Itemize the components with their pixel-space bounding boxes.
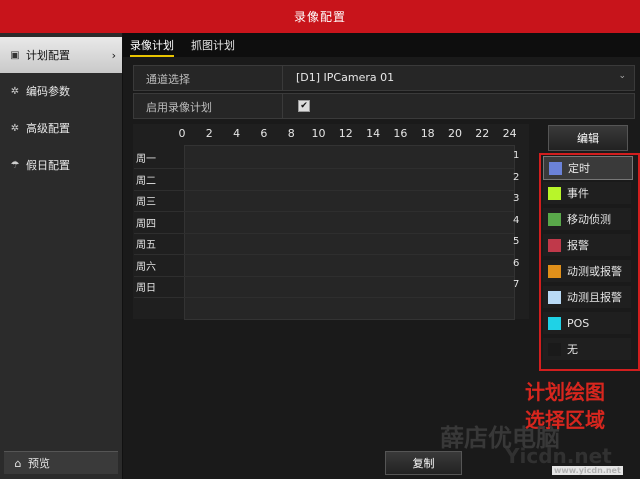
color-swatch	[548, 316, 561, 330]
row-divider	[282, 94, 283, 118]
enable-checkbox[interactable]: ✔	[298, 100, 310, 112]
sidebar-item-label: 计划配置	[26, 49, 70, 62]
day-label: 周一	[136, 154, 156, 165]
hour-tick-label: 0	[178, 127, 186, 140]
row-line	[134, 168, 514, 169]
hour-tick-label: 22	[475, 127, 490, 140]
color-swatch	[548, 290, 561, 304]
legend-label: 动测且报警	[567, 291, 622, 304]
copy-button[interactable]: 复制	[385, 451, 462, 475]
tab-capture-schedule[interactable]: 抓图计划	[191, 37, 235, 53]
watermark-url: www.yicdn.net	[552, 466, 623, 475]
legend-label: 事件	[567, 187, 589, 200]
legend-label: 定时	[568, 162, 590, 175]
tab-bar: 录像计划 抓图计划	[123, 33, 640, 57]
window-title: 录像配置	[0, 0, 640, 33]
color-swatch	[548, 264, 561, 278]
day-index-label: 6	[513, 257, 520, 269]
color-swatch	[548, 186, 561, 200]
legend-item[interactable]: 动测或报警	[543, 260, 631, 282]
color-swatch	[548, 342, 561, 356]
channel-label: 通道选择	[146, 73, 190, 86]
hour-tick-label: 18	[420, 127, 435, 140]
preview-button[interactable]: ⌂ 预览	[4, 451, 118, 474]
hour-tick-label: 8	[287, 127, 295, 140]
legend-item[interactable]: 移动侦测	[543, 208, 631, 230]
color-swatch	[549, 161, 562, 175]
day-index-label: 4	[513, 214, 520, 226]
day-label: 周日	[136, 283, 156, 294]
enable-label: 启用录像计划	[146, 101, 212, 114]
day-index-label: 3	[513, 193, 520, 204]
sidebar-item-holiday[interactable]: ☂ 假日配置	[0, 147, 122, 183]
row-line	[134, 275, 514, 277]
hour-tick-label: 24	[502, 127, 517, 140]
sidebar-item-encoding[interactable]: ✲ 编码参数	[0, 73, 122, 109]
enable-row: 启用录像计划 ✔	[133, 93, 635, 119]
sidebar-item-label: 高级配置	[26, 122, 70, 135]
legend-item[interactable]: POS	[543, 312, 631, 334]
row-line	[134, 232, 514, 234]
settings-icon: ✲	[10, 122, 20, 134]
edit-button[interactable]: 编辑	[548, 125, 628, 151]
color-swatch	[548, 238, 561, 252]
sidebar-item-label: 假日配置	[26, 159, 70, 172]
hour-tick-label: 12	[338, 127, 353, 140]
channel-row: 通道选择 [D1] IPCamera 01 ⌄	[133, 65, 635, 91]
legend-item[interactable]: 事件	[543, 182, 631, 204]
legend-item[interactable]: 报警	[543, 234, 631, 256]
chevron-right-icon: ›	[111, 48, 116, 62]
legend-label: 移动侦测	[567, 213, 611, 226]
preview-label: 预览	[28, 457, 50, 470]
home-icon: ⌂	[14, 456, 22, 470]
day-index-label: 1	[513, 150, 520, 161]
legend-label: 无	[567, 343, 578, 356]
legend-label: POS	[567, 316, 590, 330]
hour-tick-label: 20	[448, 127, 462, 140]
legend-item[interactable]: 无	[543, 338, 631, 360]
legend-label: 报警	[567, 239, 589, 252]
hour-tick-label: 10	[311, 127, 326, 140]
watermark-domain: Yicdn.net	[505, 444, 612, 468]
hour-tick-label: 4	[233, 127, 241, 140]
day-label: 周五	[136, 240, 156, 251]
legend-label: 动测或报警	[567, 265, 622, 278]
day-index-label: 2	[513, 171, 520, 183]
day-index-label: 7	[513, 279, 520, 290]
channel-select[interactable]: [D1] IPCamera 01	[296, 71, 394, 84]
chevron-down-icon[interactable]: ⌄	[618, 71, 626, 81]
day-label: 周四	[136, 218, 156, 230]
calendar-icon: ▣	[10, 49, 20, 61]
row-line	[134, 211, 514, 212]
gear-icon: ✲	[10, 85, 20, 97]
color-swatch	[548, 212, 561, 226]
row-line	[134, 297, 514, 298]
day-label: 周二	[136, 175, 156, 187]
annotation-line1: 计划绘图	[525, 380, 605, 404]
day-label: 周三	[136, 197, 156, 208]
tab-record-schedule[interactable]: 录像计划	[130, 37, 174, 57]
sidebar-item-schedule[interactable]: ▣ 计划配置 ›	[0, 37, 122, 73]
umbrella-icon: ☂	[10, 159, 20, 171]
day-index-label: 5	[513, 236, 520, 247]
hour-tick-label: 6	[260, 127, 268, 140]
sidebar-item-advanced[interactable]: ✲ 高级配置	[0, 110, 122, 146]
row-line	[134, 189, 514, 191]
hour-tick-label: 14	[366, 127, 381, 140]
legend-item[interactable]: 动测且报警	[543, 286, 631, 308]
sidebar-item-label: 编码参数	[26, 85, 70, 98]
row-divider	[282, 66, 283, 90]
legend-item[interactable]: 定时	[543, 156, 633, 180]
day-label: 周六	[136, 261, 156, 273]
hour-tick-label: 16	[393, 127, 408, 140]
sidebar: ▣ 计划配置 › ✲ 编码参数 ✲ 高级配置 ☂ 假日配置	[0, 33, 123, 479]
hour-tick-label: 2	[205, 127, 213, 140]
row-line	[134, 254, 514, 255]
